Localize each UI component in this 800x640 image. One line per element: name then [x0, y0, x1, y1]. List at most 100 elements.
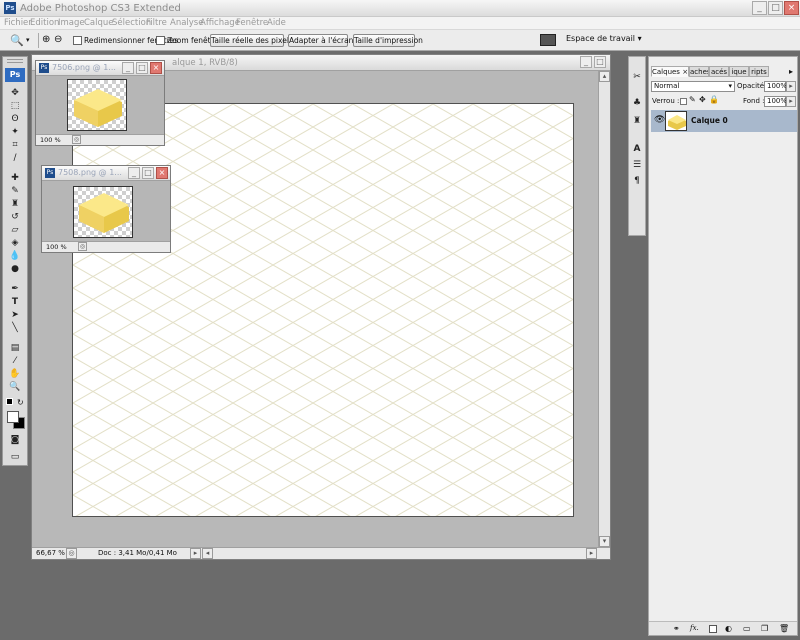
- tool-preset-chevron-icon[interactable]: ▾: [26, 36, 30, 44]
- hand-tool-icon[interactable]: ✋: [5, 368, 25, 380]
- layer-row[interactable]: 👁 Calque 0: [651, 110, 797, 132]
- screen-mode-icon[interactable]: ▭: [5, 451, 25, 463]
- zoom-out-icon[interactable]: ⊖: [54, 34, 62, 45]
- add-mask-icon[interactable]: [709, 625, 717, 633]
- mini-close-button[interactable]: ×: [150, 62, 162, 74]
- trash-icon[interactable]: 🗑: [779, 624, 789, 633]
- lock-all-icon[interactable]: 🔒: [709, 95, 719, 104]
- status-menu-arrow-icon[interactable]: ▸: [190, 548, 201, 559]
- menu-fenetre[interactable]: Fenêtre: [236, 17, 268, 29]
- file-browser-icon[interactable]: [540, 34, 556, 46]
- image-window-7508-titlebar[interactable]: Ps 7508.png @ 1... _ □ ×: [42, 166, 170, 181]
- print-size-button[interactable]: Taille d'impression: [353, 34, 423, 47]
- lock-move-icon[interactable]: ✥: [699, 95, 706, 104]
- mini-maximize-button[interactable]: □: [142, 167, 154, 179]
- tab-aches[interactable]: aches: [689, 66, 709, 77]
- zoom-in-icon[interactable]: ⊕: [42, 34, 50, 45]
- close-button[interactable]: ×: [784, 1, 799, 15]
- zoom-windows-checkbox[interactable]: [156, 36, 165, 45]
- layer-name[interactable]: Calque 0: [691, 116, 728, 125]
- minimize-button[interactable]: _: [752, 1, 767, 15]
- path-selection-tool-icon[interactable]: ➤: [5, 309, 25, 321]
- crop-tool-icon[interactable]: ⌗: [5, 139, 25, 151]
- healing-brush-tool-icon[interactable]: ✚: [5, 172, 25, 184]
- type-tool-icon[interactable]: T: [5, 296, 25, 308]
- new-layer-icon[interactable]: ❐: [761, 624, 768, 633]
- tab-ique[interactable]: ique: [729, 66, 749, 77]
- foreground-color-swatch[interactable]: [7, 411, 19, 423]
- resize-windows-checkbox[interactable]: [73, 36, 82, 45]
- image-window-7506-titlebar[interactable]: Ps 7506.png @ 1... _ □ ×: [36, 61, 164, 76]
- history-brush-tool-icon[interactable]: ↺: [5, 211, 25, 223]
- fx-icon[interactable]: fx.: [690, 624, 699, 632]
- mini-close-button[interactable]: ×: [156, 167, 168, 179]
- clone-source-icon[interactable]: ♜: [629, 115, 645, 127]
- fit-screen-button[interactable]: Adapter à l'écran: [288, 34, 353, 47]
- tab-calques[interactable]: Calques ×: [651, 66, 689, 77]
- doc-minimize-button[interactable]: _: [580, 56, 592, 68]
- tool-presets-icon[interactable]: ✂: [629, 71, 645, 83]
- character-panel-icon[interactable]: A: [629, 143, 645, 155]
- workspace-menu[interactable]: Espace de travail ▾: [566, 34, 642, 43]
- notes-tool-icon[interactable]: ▤: [5, 342, 25, 354]
- menu-filtre[interactable]: Filtre: [146, 17, 167, 29]
- slice-tool-icon[interactable]: ∕: [5, 152, 25, 164]
- swap-colors-icon[interactable]: ↻: [17, 398, 24, 407]
- fill-arrow-icon[interactable]: ▸: [786, 96, 796, 107]
- mini-info-icon[interactable]: ◎: [72, 135, 81, 144]
- mini-zoom-level[interactable]: 100 %: [40, 136, 61, 144]
- tab-aces[interactable]: acés: [709, 66, 729, 77]
- pen-tool-icon[interactable]: ✒: [5, 283, 25, 295]
- dodge-tool-icon[interactable]: ●: [5, 263, 25, 275]
- menu-affichage[interactable]: Affichage: [200, 17, 240, 29]
- zoom-tool-icon[interactable]: 🔍: [10, 34, 24, 47]
- marquee-tool-icon[interactable]: ⬚: [5, 100, 25, 112]
- status-info-icon[interactable]: ◎: [66, 548, 77, 559]
- mini-zoom-level[interactable]: 100 %: [46, 243, 67, 251]
- pilcrow-icon[interactable]: ¶: [629, 175, 645, 187]
- brushes-panel-icon[interactable]: ♣: [629, 97, 645, 109]
- image-thumbnail-7508[interactable]: [73, 186, 133, 238]
- scroll-left-icon[interactable]: ◂: [202, 548, 213, 559]
- menu-edition[interactable]: Edition: [30, 17, 59, 29]
- menu-fichier[interactable]: Fichier: [4, 17, 32, 29]
- quick-mask-icon[interactable]: ◙: [5, 434, 25, 446]
- opacity-input[interactable]: 100%: [764, 81, 787, 92]
- menu-aide[interactable]: Aide: [267, 17, 286, 29]
- mini-minimize-button[interactable]: _: [122, 62, 134, 74]
- fill-input[interactable]: 100%: [764, 96, 787, 107]
- default-colors-icon[interactable]: [6, 398, 13, 405]
- eraser-tool-icon[interactable]: ▱: [5, 224, 25, 236]
- tab-ripts[interactable]: ripts: [749, 66, 769, 77]
- mini-info-icon[interactable]: ◎: [78, 242, 87, 251]
- paragraph-panel-icon[interactable]: ☰: [629, 159, 645, 171]
- maximize-button[interactable]: □: [768, 1, 783, 15]
- lasso-tool-icon[interactable]: ʘ: [5, 113, 25, 125]
- scroll-down-icon[interactable]: ▾: [599, 536, 610, 547]
- doc-maximize-button[interactable]: □: [594, 56, 606, 68]
- menu-calque[interactable]: Calque: [84, 17, 114, 29]
- clone-stamp-tool-icon[interactable]: ♜: [5, 198, 25, 210]
- menu-analyse[interactable]: Analyse: [170, 17, 203, 29]
- new-group-icon[interactable]: ▭: [743, 624, 751, 633]
- move-tool-icon[interactable]: ✥: [5, 87, 25, 99]
- opacity-arrow-icon[interactable]: ▸: [786, 81, 796, 92]
- adjustment-layer-icon[interactable]: ◐: [725, 624, 732, 633]
- blur-tool-icon[interactable]: 💧: [5, 250, 25, 262]
- image-thumbnail-7506[interactable]: [67, 79, 127, 131]
- panel-menu-icon[interactable]: ▸: [789, 67, 793, 76]
- zoom-tool-box-icon[interactable]: 🔍: [5, 381, 25, 393]
- toolbox-grip[interactable]: [7, 59, 23, 63]
- scroll-right-icon[interactable]: ▸: [586, 548, 597, 559]
- scroll-up-icon[interactable]: ▴: [599, 71, 610, 82]
- mini-maximize-button[interactable]: □: [136, 62, 148, 74]
- lock-paint-icon[interactable]: ✎: [689, 95, 696, 104]
- vertical-scrollbar[interactable]: ▴ ▾: [598, 71, 610, 547]
- zoom-level[interactable]: 66,67 %: [36, 549, 65, 557]
- eyedropper-tool-icon[interactable]: ⁄: [5, 355, 25, 367]
- blend-mode-select[interactable]: Normal ▾: [651, 81, 735, 92]
- link-layers-icon[interactable]: ⚭: [673, 624, 680, 633]
- eye-visibility-icon[interactable]: 👁: [654, 115, 665, 125]
- menu-image[interactable]: Image: [58, 17, 85, 29]
- paint-bucket-tool-icon[interactable]: ◈: [5, 237, 25, 249]
